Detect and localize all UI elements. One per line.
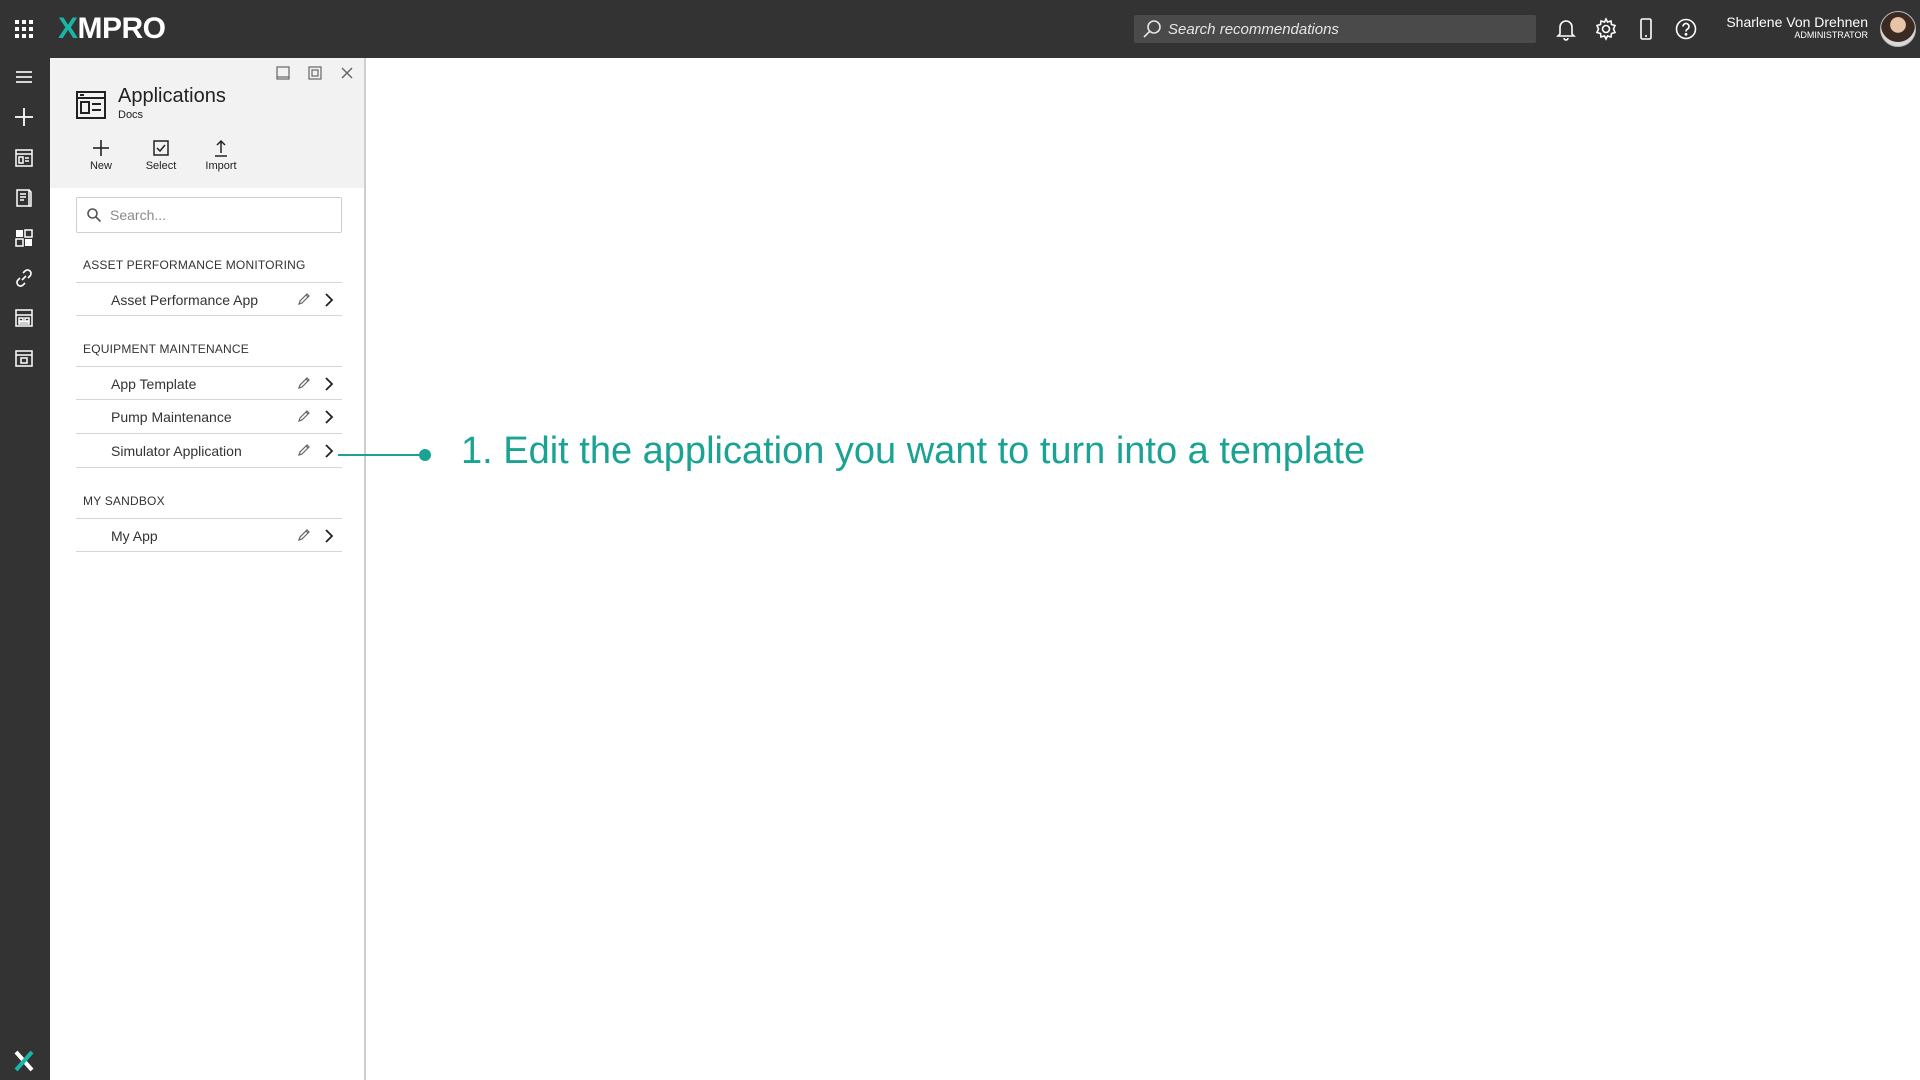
upload-icon: [215, 139, 227, 157]
list-item[interactable]: App Template: [76, 366, 342, 400]
page-subtitle: Docs: [118, 109, 144, 121]
panel-header: Applications Docs New Select Import: [50, 58, 364, 188]
chevron-right-icon[interactable]: [322, 376, 336, 392]
select-button-label: Select: [145, 160, 177, 172]
recommendation-search[interactable]: [1134, 15, 1536, 43]
close-icon[interactable]: [338, 64, 356, 82]
calendar-icon[interactable]: [12, 346, 36, 370]
app-name: Asset Performance App: [111, 292, 259, 308]
help-icon[interactable]: [1673, 16, 1699, 42]
edit-pencil-icon[interactable]: [296, 408, 312, 424]
data-streams-icon[interactable]: [12, 226, 36, 250]
minimize-icon[interactable]: [274, 64, 292, 82]
gear-icon[interactable]: [1593, 16, 1619, 42]
list-item[interactable]: Pump Maintenance: [76, 400, 342, 434]
logo-x: X: [58, 12, 78, 45]
edit-pencil-icon[interactable]: [296, 375, 312, 391]
xmpro-logo[interactable]: X MPRO: [58, 12, 166, 46]
annotation-text: 1. Edit the application you want to turn…: [461, 430, 1366, 472]
chevron-right-icon[interactable]: [322, 528, 336, 544]
list-item[interactable]: Simulator Application: [76, 434, 342, 468]
search-input[interactable]: [110, 207, 330, 223]
edit-pencil-icon[interactable]: [296, 291, 312, 307]
applications-search[interactable]: [76, 197, 342, 233]
apps-grid-icon[interactable]: [12, 17, 36, 41]
chevron-right-icon[interactable]: [322, 409, 336, 425]
import-button-label: Import: [205, 160, 237, 172]
dashboard-icon[interactable]: [12, 306, 36, 330]
new-button[interactable]: New: [76, 138, 126, 172]
user-menu[interactable]: Sharlene Von Drehnen ADMINISTRATOR: [1726, 14, 1868, 41]
mobile-icon[interactable]: [1633, 16, 1659, 42]
top-bar: XMPRO Sharlene Von Drehnen ADMINISTRATOR: [0, 0, 1920, 58]
xmpro-logo-icon[interactable]: [13, 1050, 35, 1072]
group-label: MY SANDBOX: [83, 494, 165, 508]
left-rail: [0, 58, 50, 1080]
search-recommendations-input[interactable]: [1168, 20, 1528, 38]
search-icon: [87, 208, 102, 223]
applications-icon: [75, 89, 107, 121]
new-button-label: New: [89, 160, 112, 172]
recommendations-icon[interactable]: [12, 186, 36, 210]
bell-icon[interactable]: [1553, 16, 1579, 42]
applications-icon[interactable]: [12, 146, 36, 170]
checkbox-icon: [153, 140, 169, 156]
app-name: App Template: [111, 376, 197, 392]
menu-icon[interactable]: [12, 65, 36, 89]
annotation-dot: [419, 449, 431, 461]
link-icon[interactable]: [12, 266, 36, 290]
user-name: Sharlene Von Drehnen: [1726, 14, 1868, 30]
app-name: Pump Maintenance: [111, 409, 232, 425]
plus-icon[interactable]: [12, 105, 36, 129]
import-button[interactable]: Import: [196, 138, 246, 172]
user-role: ADMINISTRATOR: [1794, 30, 1868, 40]
applications-panel: Applications Docs New Select Import ASSE: [50, 58, 366, 1080]
group-label: ASSET PERFORMANCE MONITORING: [83, 258, 306, 272]
edit-pencil-icon[interactable]: [296, 442, 312, 458]
annotation-line: [338, 454, 424, 456]
list-item[interactable]: My App: [76, 518, 342, 552]
chevron-right-icon[interactable]: [322, 443, 336, 459]
avatar[interactable]: [1880, 11, 1916, 47]
chevron-right-icon[interactable]: [322, 292, 336, 308]
maximize-icon[interactable]: [306, 64, 324, 82]
search-icon: [1143, 20, 1161, 38]
page-title: Applications: [118, 85, 226, 107]
plus-icon: [93, 140, 109, 156]
app-name: My App: [111, 528, 158, 544]
list-item[interactable]: Asset Performance App: [76, 282, 342, 316]
group-label: EQUIPMENT MAINTENANCE: [83, 342, 249, 356]
select-button[interactable]: Select: [136, 138, 186, 172]
app-name: Simulator Application: [111, 443, 242, 459]
logo-text: MPRO: [77, 12, 167, 45]
edit-pencil-icon[interactable]: [296, 527, 312, 543]
